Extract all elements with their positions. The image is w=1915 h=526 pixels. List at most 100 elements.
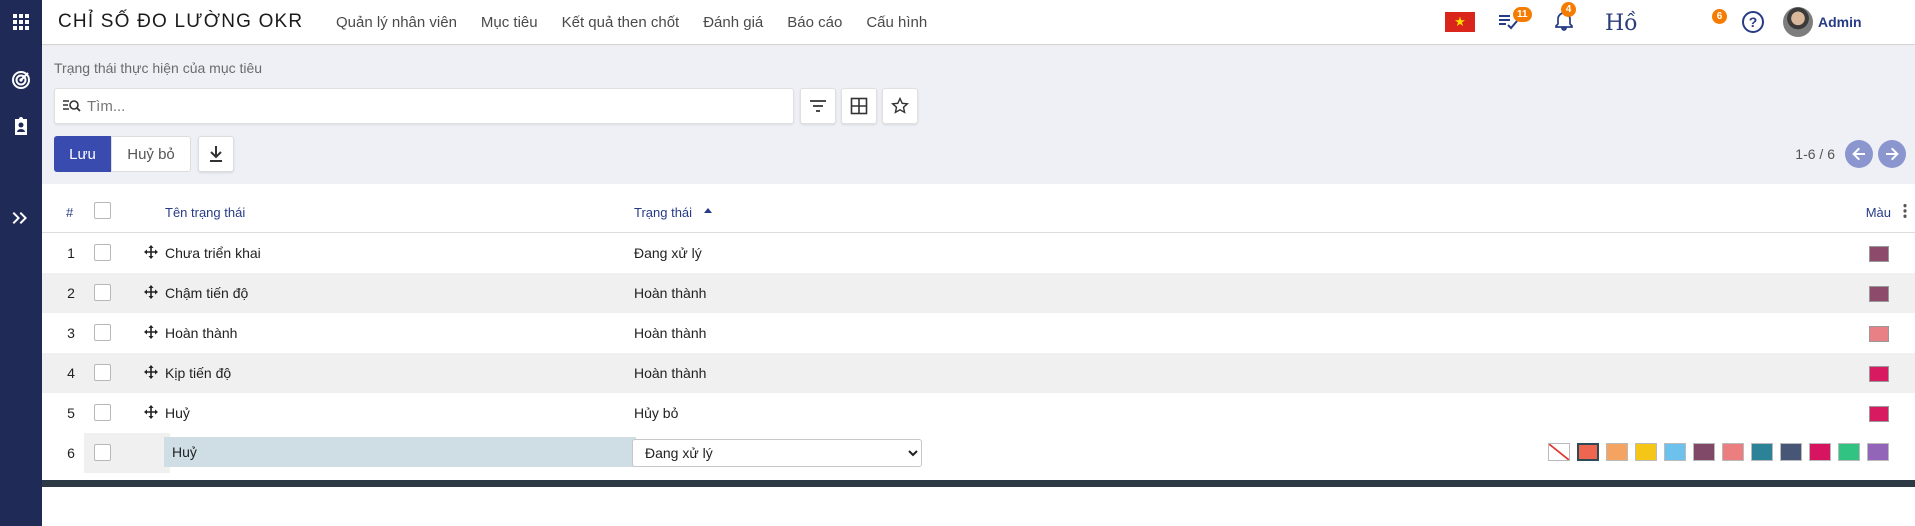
col-index: #: [66, 205, 74, 220]
color-option[interactable]: [1577, 443, 1599, 461]
name-input[interactable]: [164, 437, 636, 467]
notifications-badge: 4: [1561, 2, 1576, 17]
row-status: Hoàn thành: [634, 285, 707, 301]
menu-evaluation[interactable]: Đánh giá: [703, 14, 763, 31]
ho-text: Hồ: [1605, 11, 1638, 36]
row-color-swatch[interactable]: [1869, 406, 1889, 422]
avatar[interactable]: [1783, 7, 1813, 37]
column-options-icon[interactable]: [1903, 203, 1907, 219]
arrow-left-icon: [1852, 147, 1865, 161]
row-color-swatch[interactable]: [1869, 286, 1889, 302]
search-icon: [57, 98, 87, 114]
color-option[interactable]: [1664, 443, 1686, 461]
row-index: 3: [67, 325, 75, 341]
save-button[interactable]: Lưu: [54, 136, 111, 172]
activities-icon[interactable]: 11: [1497, 7, 1532, 37]
color-option[interactable]: [1635, 443, 1657, 461]
row-status: Hoàn thành: [634, 325, 707, 341]
group-by-button[interactable]: [841, 88, 877, 124]
color-option[interactable]: [1722, 443, 1744, 461]
color-option[interactable]: [1838, 443, 1860, 461]
search-bar: [54, 88, 794, 124]
language-flag-icon[interactable]: ★: [1445, 12, 1475, 32]
color-option[interactable]: [1867, 443, 1889, 461]
row-checkbox[interactable]: [94, 324, 111, 341]
favorites-button[interactable]: [882, 88, 918, 124]
row-checkbox[interactable]: [94, 364, 111, 381]
target-icon[interactable]: [0, 60, 42, 100]
breadcrumb: Trạng thái thực hiện của mục tiêu: [54, 60, 263, 76]
expand-sidebar-icon[interactable]: [0, 198, 42, 238]
filter-button[interactable]: [800, 88, 836, 124]
arrow-right-icon: [1886, 147, 1899, 161]
row-checkbox[interactable]: [94, 444, 111, 461]
bell-icon[interactable]: 4: [1553, 2, 1576, 37]
color-option[interactable]: [1606, 443, 1628, 461]
control-panel: Trạng thái thực hiện của mục tiêu Lưu Hu…: [42, 46, 1915, 184]
col-color[interactable]: Màu: [1866, 205, 1891, 220]
row-index: 6: [67, 445, 75, 461]
status-table: # Tên trạng thái Trạng thái Màu 1 Chưa tr…: [42, 185, 1915, 473]
menu-objectives[interactable]: Mục tiêu: [481, 14, 538, 31]
row-status: Hoàn thành: [634, 365, 707, 381]
drag-handle-icon[interactable]: [144, 405, 158, 419]
menu-key-results[interactable]: Kết quả then chốt: [562, 14, 680, 31]
app-title[interactable]: CHỈ SỐ ĐO LƯỜNG OKR: [58, 11, 336, 33]
row-name: Chưa triển khai: [165, 245, 261, 261]
row-checkbox[interactable]: [94, 404, 111, 421]
menu-configuration[interactable]: Cấu hình: [866, 14, 927, 31]
drag-handle-icon[interactable]: [144, 245, 158, 259]
help-icon[interactable]: ?: [1742, 11, 1764, 33]
row-name: Kịp tiến độ: [165, 365, 232, 381]
table-header: # Tên trạng thái Trạng thái Màu: [42, 185, 1915, 233]
table-row[interactable]: 2 Chậm tiến độ Hoàn thành: [42, 273, 1915, 313]
status-select[interactable]: Đang xử lý: [632, 439, 922, 467]
row-color-swatch[interactable]: [1869, 366, 1889, 382]
extra-badge[interactable]: 6: [1712, 9, 1727, 24]
cancel-button[interactable]: Huỷ bỏ: [111, 136, 191, 172]
row-color-swatch[interactable]: [1869, 326, 1889, 342]
select-all-checkbox[interactable]: [94, 202, 111, 219]
no-color-option[interactable]: [1548, 443, 1570, 461]
table-row-editing: 6 Đang xử lý: [42, 433, 1915, 473]
activities-badge: 11: [1513, 7, 1532, 22]
color-option[interactable]: [1693, 443, 1715, 461]
row-checkbox[interactable]: [94, 244, 111, 261]
table-row[interactable]: 4 Kịp tiến độ Hoàn thành: [42, 353, 1915, 393]
prev-page-button[interactable]: [1845, 140, 1873, 168]
top-navbar: CHỈ SỐ ĐO LƯỜNG OKR Quản lý nhân viên Mụ…: [42, 0, 1915, 45]
row-name: Chậm tiến độ: [165, 285, 249, 301]
table-row[interactable]: 3 Hoàn thành Hoàn thành: [42, 313, 1915, 353]
table-row[interactable]: 1 Chưa triển khai Đang xử lý: [42, 233, 1915, 273]
menu-reports[interactable]: Báo cáo: [787, 14, 842, 31]
apps-grid-icon[interactable]: [0, 2, 42, 42]
row-index: 5: [67, 405, 75, 421]
color-option[interactable]: [1780, 443, 1802, 461]
next-page-button[interactable]: [1878, 140, 1906, 168]
drag-handle-icon[interactable]: [144, 325, 158, 339]
color-option[interactable]: [1809, 443, 1831, 461]
left-rail: [0, 0, 42, 526]
color-option[interactable]: [1751, 443, 1773, 461]
row-name: Hoàn thành: [165, 325, 238, 341]
user-name[interactable]: Admin: [1818, 14, 1862, 30]
search-input[interactable]: [87, 97, 767, 115]
row-index: 2: [67, 285, 75, 301]
row-color-swatch[interactable]: [1869, 246, 1889, 262]
star-icon: [891, 97, 909, 114]
row-name: Huỷ: [165, 405, 190, 421]
row-index: 4: [67, 365, 75, 381]
table-row[interactable]: 5 Huỷ Hủy bỏ: [42, 393, 1915, 433]
drag-handle-icon[interactable]: [144, 285, 158, 299]
col-name[interactable]: Tên trạng thái: [165, 205, 245, 220]
row-index: 1: [67, 245, 75, 261]
col-status[interactable]: Trạng thái: [634, 205, 692, 220]
pager-value[interactable]: 1-6 / 6: [1795, 146, 1835, 162]
menu-employees[interactable]: Quản lý nhân viên: [336, 14, 457, 31]
drag-handle-icon[interactable]: [144, 365, 158, 379]
clipboard-user-icon[interactable]: [0, 106, 42, 146]
download-button[interactable]: [198, 136, 234, 172]
app-root: CHỈ SỐ ĐO LƯỜNG OKR Quản lý nhân viên Mụ…: [0, 0, 1915, 526]
systray: ★ 11 4 Hồ 6 ? Admin: [1445, 0, 1915, 45]
row-checkbox[interactable]: [94, 284, 111, 301]
